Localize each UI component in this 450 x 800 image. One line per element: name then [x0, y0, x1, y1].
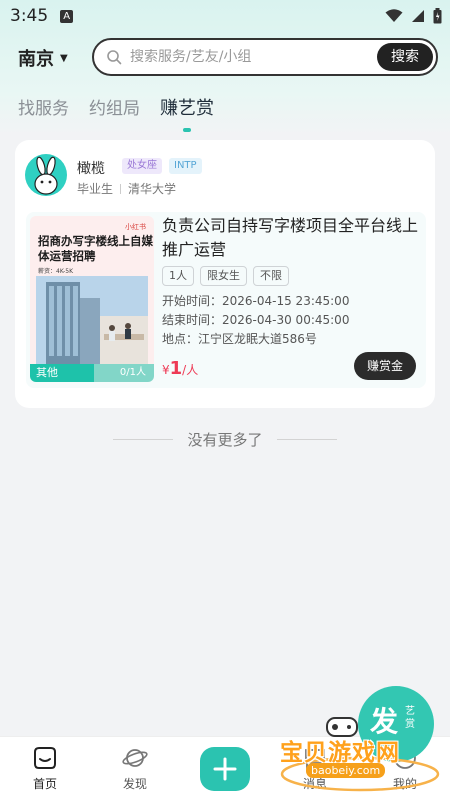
job-title: 负责公司自持写字楼项目全平台线上推广运营 [162, 216, 419, 259]
notification-icon: A [60, 9, 74, 23]
earn-bounty-button[interactable]: 赚赏金 [354, 352, 416, 380]
status-bar: 3:45 A [0, 0, 450, 32]
headcount-label: 0/1人 [94, 364, 154, 382]
user-info: 橄榄 处女座 INTP 毕业生 清华大学 [25, 154, 425, 198]
poster-brand: 小红书 [125, 223, 146, 231]
search-button[interactable]: 搜索 [377, 43, 433, 71]
job-tag: 不限 [253, 266, 289, 286]
job-tag: 限女生 [200, 266, 247, 286]
top-bar: 南京 ▼ 搜索 [0, 38, 450, 78]
search-bar[interactable]: 搜索 [92, 38, 438, 76]
create-button[interactable] [200, 747, 250, 791]
user-status: 毕业生 [77, 182, 114, 196]
home-icon [34, 747, 56, 769]
price: ¥1/人 [162, 358, 198, 379]
end-time: 结束时间：2026-04-30 00:45:00 [162, 313, 350, 327]
poster-subtitle: 薪资：4K-5K [38, 268, 74, 275]
tab-earn-bounty[interactable]: 赚艺赏 [160, 94, 214, 132]
no-more-indicator: 没有更多了 [0, 429, 450, 449]
location: 地点：江宁区龙眠大道586号 [162, 332, 317, 346]
planet-icon [122, 749, 148, 767]
status-icons [385, 8, 442, 24]
plus-icon [213, 757, 237, 781]
nav-home-label: 首页 [32, 777, 57, 791]
job-tag: 1人 [162, 266, 194, 286]
bounty-card: 橄榄 处女座 INTP 毕业生 清华大学 小红书 招商办写字楼线上自媒体运营招聘… [15, 140, 435, 408]
nav-discover[interactable]: 发现 [105, 745, 165, 792]
poster-title: 招商办写字楼线上自媒体运营招聘 [38, 234, 153, 263]
nav-profile-label: 我的 [392, 777, 417, 791]
wifi-icon [385, 9, 403, 22]
job-poster-image: 小红书 招商办写字楼线上自媒体运营招聘 薪资：4K-5K 其他 0/1人 [30, 216, 154, 382]
no-more-text: 没有更多了 [187, 430, 263, 449]
username[interactable]: 橄榄 [77, 158, 105, 178]
user-meta: 毕业生 清华大学 [77, 180, 176, 197]
price-value: 1 [169, 358, 183, 379]
poster-footer: 其他 0/1人 [30, 364, 154, 382]
price-symbol: ¥ [162, 363, 170, 377]
nav-discover-label: 发现 [122, 777, 147, 791]
signal-icon [412, 10, 424, 22]
mbti-tag: INTP [169, 158, 202, 174]
tab-find-service[interactable]: 找服务 [18, 94, 69, 120]
job-item[interactable]: 小红书 招商办写字楼线上自媒体运营招聘 薪资：4K-5K 其他 0/1人 负责公… [26, 212, 426, 388]
job-tags: 1人 限女生 不限 [162, 266, 289, 286]
active-tab-indicator [183, 128, 191, 132]
divider [120, 183, 122, 194]
watermark-url: baobeiy.com [306, 763, 386, 778]
zodiac-tag: 处女座 [122, 158, 162, 174]
divider [276, 438, 337, 440]
office-building-image [36, 276, 148, 364]
user-school: 清华大学 [128, 182, 177, 196]
fab-sub-label: 艺赏 [405, 706, 415, 730]
city-name: 南京 [18, 49, 54, 70]
search-icon [107, 50, 122, 65]
avatar[interactable] [25, 154, 67, 196]
category-tabs: 找服务 约组局 赚艺赏 [18, 94, 214, 132]
nav-messages-label: 消息 [302, 777, 327, 791]
category-label: 其他 [30, 364, 94, 382]
watermark-text: 宝贝游戏网 [280, 740, 400, 766]
rabbit-avatar-icon [34, 156, 58, 195]
divider [113, 438, 174, 440]
tab-group-event[interactable]: 约组局 [89, 94, 140, 120]
start-time: 开始时间：2026-04-15 23:45:00 [162, 294, 350, 308]
city-selector[interactable]: 南京 ▼ [18, 45, 68, 71]
status-time: 3:45 [10, 6, 49, 26]
battery-icon [433, 8, 442, 24]
nav-home[interactable]: 首页 [15, 745, 75, 792]
search-input[interactable] [130, 49, 360, 65]
caret-down-icon: ▼ [60, 52, 68, 64]
tab-earn-bounty-label: 赚艺赏 [160, 98, 214, 119]
price-unit: /人 [182, 363, 199, 377]
